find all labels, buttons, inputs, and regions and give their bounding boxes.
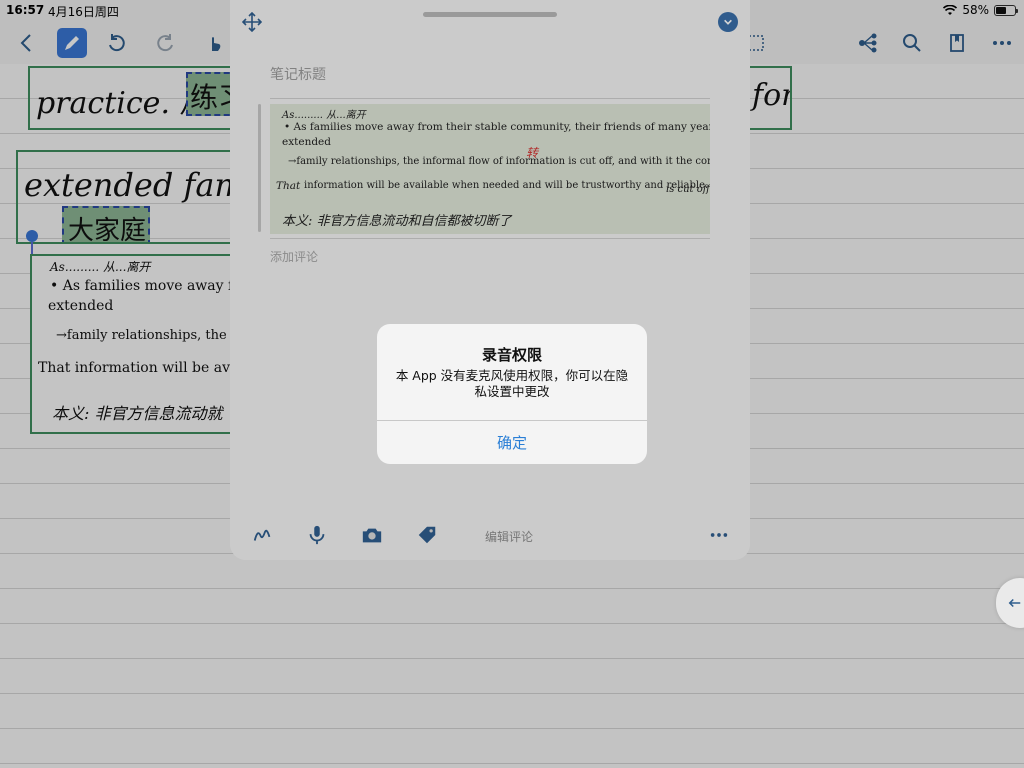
alert-confirm-button[interactable]: 确定 — [377, 421, 647, 464]
panel-dim-overlay — [230, 0, 750, 560]
alert-title: 录音权限 — [481, 346, 542, 364]
alert-message: 本 App 没有麦克风使用权限，你可以在隐私设置中更改 — [395, 368, 629, 399]
arrow-left-icon — [1008, 598, 1021, 608]
note-editor-panel: 笔记标题 As......... 从...离开 • As families mo… — [230, 0, 750, 560]
microphone-permission-alert: 录音权限 本 App 没有麦克风使用权限，你可以在隐私设置中更改 确定 — [377, 324, 647, 464]
